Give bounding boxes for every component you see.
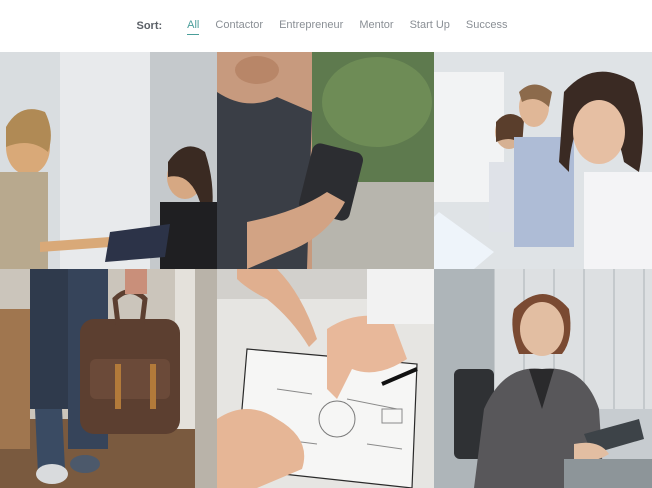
- gallery-tile-woman-smartphone[interactable]: [217, 52, 434, 269]
- gallery-tile-office-team[interactable]: [434, 52, 652, 269]
- photo-office-team: [434, 52, 652, 269]
- gallery-tile-sketching[interactable]: [217, 269, 434, 488]
- filter-mentor[interactable]: Mentor: [359, 19, 393, 34]
- gallery-tile-businesswoman[interactable]: [434, 269, 652, 488]
- portfolio-grid: [0, 52, 652, 488]
- gallery-tile-two-women-meeting[interactable]: [0, 52, 217, 269]
- filter-all[interactable]: All: [187, 19, 200, 35]
- filter-start-up[interactable]: Start Up: [410, 19, 450, 34]
- photo-businesswoman: [434, 269, 652, 488]
- photo-sketching: [217, 269, 434, 488]
- portfolio-filter-bar: Sort: All Contactor Entrepreneur Mentor …: [0, 0, 652, 52]
- filter-entrepreneur[interactable]: Entrepreneur: [279, 19, 343, 34]
- photo-backpack: [0, 269, 217, 488]
- sort-label: Sort:: [136, 20, 163, 32]
- filter-success[interactable]: Success: [466, 19, 508, 34]
- photo-woman-smartphone: [217, 52, 434, 269]
- photo-two-women-meeting: [0, 52, 217, 269]
- filter-contactor[interactable]: Contactor: [215, 19, 263, 34]
- gallery-tile-backpack[interactable]: [0, 269, 217, 488]
